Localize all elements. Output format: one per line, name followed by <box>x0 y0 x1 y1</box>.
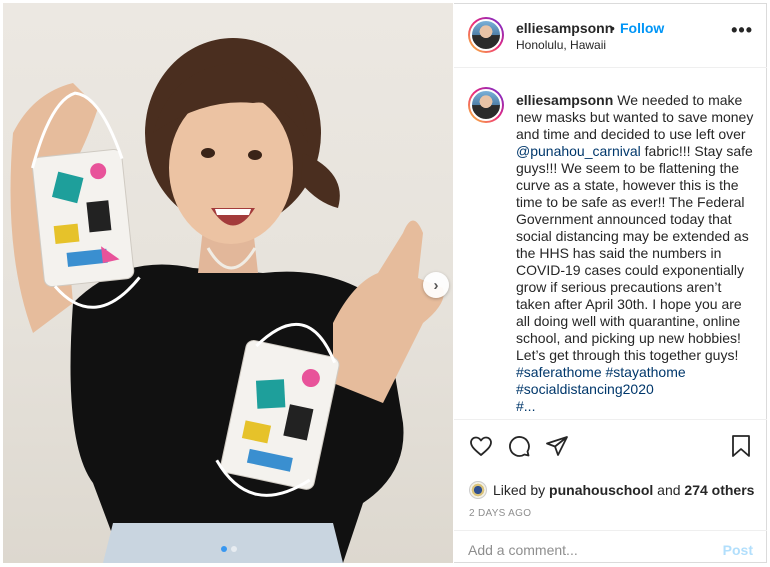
carousel-next-button[interactable]: › <box>423 272 449 298</box>
header-separator: • <box>610 20 615 36</box>
follow-button[interactable]: Follow <box>620 20 664 36</box>
hashtag-link[interactable]: #socialdistancing2020 <box>516 381 654 397</box>
comment-form: Post <box>454 530 767 564</box>
hashtag-link[interactable]: #saferathome <box>516 364 602 380</box>
bookmark-icon[interactable] <box>730 434 752 458</box>
post-header: elliesampsonn • Follow Honolulu, Hawaii … <box>454 4 767 68</box>
carousel-dot-active <box>221 546 227 552</box>
liker-username[interactable]: punahouschool <box>549 482 653 498</box>
liker-avatar[interactable] <box>469 481 487 499</box>
caption-text-2: fabric!!! Stay safe guys!!! We seem to b… <box>516 143 753 363</box>
caption-username[interactable]: elliesampsonn <box>516 92 613 108</box>
author-username[interactable]: elliesampsonn <box>516 20 613 36</box>
comment-input[interactable] <box>468 539 708 561</box>
carousel-dot <box>231 546 237 552</box>
post-location[interactable]: Honolulu, Hawaii <box>516 38 606 52</box>
caption-scroll-area[interactable]: elliesampsonn We needed to make new masks… <box>454 69 767 419</box>
caption-avatar[interactable] <box>468 87 504 123</box>
post-timestamp[interactable]: 2 DAYS AGO <box>469 508 531 519</box>
photo-illustration <box>10 38 444 563</box>
heart-icon[interactable] <box>469 434 493 458</box>
caption-mention-link[interactable]: @punahou_carnival <box>516 143 641 159</box>
post-side-panel: elliesampsonn • Follow Honolulu, Hawaii … <box>454 3 767 563</box>
likes-others-link[interactable]: 274 others <box>684 482 754 498</box>
more-icon[interactable]: ••• <box>731 20 753 41</box>
post-photo[interactable]: › <box>3 3 453 563</box>
post-caption: elliesampsonn We needed to make new masks… <box>516 92 754 415</box>
likes-summary: Liked by punahouschool and 274 others <box>469 481 754 499</box>
comment-icon[interactable] <box>507 434 531 458</box>
hashtag-link[interactable]: #... <box>516 398 535 414</box>
likes-and: and <box>657 482 681 498</box>
post-actions: Liked by punahouschool and 274 others 2 … <box>454 419 767 564</box>
likes-prefix: Liked by <box>493 482 546 498</box>
share-icon[interactable] <box>545 434 569 458</box>
post-comment-button[interactable]: Post <box>723 542 753 558</box>
chevron-right-icon: › <box>433 276 439 294</box>
carousel-indicator <box>221 546 237 552</box>
avatar[interactable] <box>468 17 504 53</box>
hashtag-link[interactable]: #stayathome <box>606 364 686 380</box>
